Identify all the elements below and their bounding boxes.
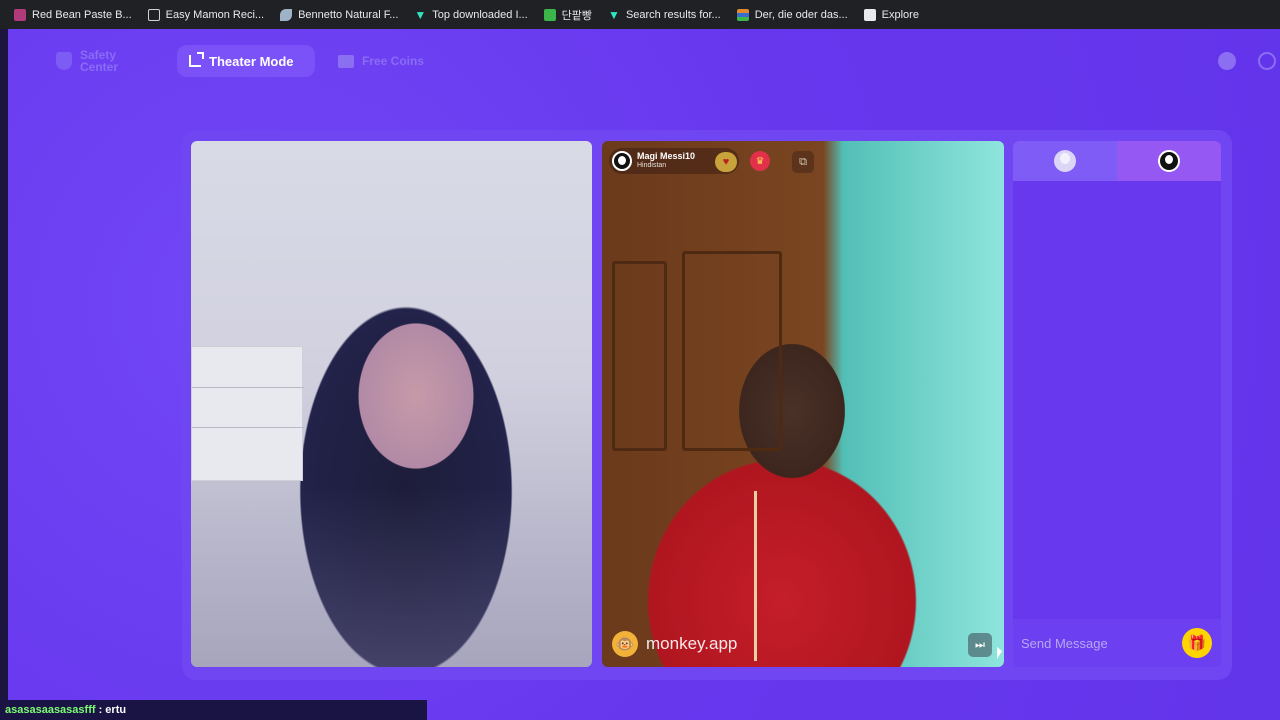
background-shelf <box>191 346 304 481</box>
explore-icon <box>863 8 876 21</box>
tab-peer[interactable] <box>1117 141 1221 181</box>
picture-in-picture-icon[interactable]: ⧉ <box>792 151 814 173</box>
door-panel <box>612 261 667 451</box>
monkey-logo-icon: 🐵 <box>612 631 638 657</box>
send-message-input[interactable] <box>1021 629 1171 657</box>
safety-center-label: Safety Center <box>80 48 119 74</box>
peer-name: Magi Messi10 <box>637 151 696 161</box>
peer-text: Magi Messi10 Hindistan <box>637 151 695 171</box>
watermark: 🐵 monkey.app <box>612 631 737 657</box>
bookmark-icon <box>14 8 26 21</box>
bookmark-korean[interactable]: 단팥빵 <box>543 7 593 23</box>
chat-messages <box>1013 181 1221 618</box>
bookmark-search-results[interactable]: ▼ Search results for... <box>608 9 721 21</box>
peer-avatar-icon <box>1158 150 1180 172</box>
expand-icon <box>189 52 204 67</box>
free-coins-label: Free Coins <box>362 54 425 68</box>
drawer <box>192 427 304 463</box>
bookmark-explore[interactable]: Explore <box>863 8 919 21</box>
peer-video: Magi Messi10 Hindistan ♥ ♛ ⧉ 🐵 monkey.ap… <box>602 141 1004 667</box>
peer-avatar-icon <box>612 151 632 171</box>
self-video <box>191 141 592 667</box>
bookmark-label: Explore <box>881 8 919 21</box>
gift-icon[interactable]: 🎁 <box>1182 628 1212 658</box>
bookmark-bennetto[interactable]: Bennetto Natural F... <box>280 8 399 21</box>
status-overlay: asasasaasasasfff : ertu <box>0 700 427 720</box>
tab-self[interactable] <box>1013 141 1117 181</box>
bookmark-label: Red Bean Paste B... <box>32 8 132 21</box>
window-edge <box>0 29 8 720</box>
theater-mode-button[interactable]: Theater Mode <box>177 45 315 77</box>
bookmarks-bar: Red Bean Paste B... Easy Mamon Reci... B… <box>0 0 1280 29</box>
vector-v-icon: ▼ <box>414 7 427 22</box>
status-username: asasasaasasasfff <box>5 704 96 716</box>
top-nav: Safety Center Theater Mode Free Coins <box>8 29 1280 99</box>
bookmark-label: Bennetto Natural F... <box>298 8 399 21</box>
profile-avatar-icon[interactable] <box>1218 52 1236 70</box>
drawer <box>192 387 304 423</box>
document-icon <box>147 8 160 21</box>
flag-icon <box>736 8 749 21</box>
bookmark-top-downloaded[interactable]: ▼ Top downloaded I... <box>414 9 527 21</box>
leaf-icon <box>280 8 293 21</box>
bookmark-red-bean[interactable]: Red Bean Paste B... <box>14 8 132 21</box>
video-stage: Magi Messi10 Hindistan ♥ ♛ ⧉ 🐵 monkey.ap… <box>182 130 1232 680</box>
bookmark-label: Top downloaded I... <box>432 8 528 21</box>
status-text: asasasaasasasfff : ertu <box>5 704 126 716</box>
bookmark-label: Easy Mamon Reci... <box>165 8 265 21</box>
reward-badge-icon[interactable]: ♛ <box>750 151 770 171</box>
door-panel <box>682 251 782 451</box>
history-clock-icon[interactable] <box>1258 52 1276 70</box>
bookmark-label: Der, die oder das... <box>754 8 848 21</box>
watermark-text: monkey.app <box>646 634 738 653</box>
bookmark-der-die-das[interactable]: Der, die oder das... <box>736 8 848 21</box>
bookmark-label: Search results for... <box>625 8 721 21</box>
heart-badge-icon[interactable]: ♥ <box>715 152 737 172</box>
shield-icon <box>56 52 72 70</box>
skip-next-icon[interactable]: ⏭ <box>968 633 992 657</box>
bookmark-easy-mamon[interactable]: Easy Mamon Reci... <box>147 8 265 21</box>
chat-input-row: 🎁 <box>1013 619 1221 667</box>
green-square-icon <box>543 8 556 21</box>
hoodie-zipper <box>754 491 757 661</box>
floor-shade <box>191 487 592 667</box>
mouse-cursor-icon <box>997 647 1002 659</box>
status-message: : ertu <box>95 704 127 716</box>
safety-center-button[interactable]: Safety Center <box>44 45 168 77</box>
theater-mode-label: Theater Mode <box>209 53 294 69</box>
chat-tabs <box>1013 141 1221 181</box>
app-area: Safety Center Theater Mode Free Coins Ma… <box>8 29 1280 720</box>
gift-box-icon <box>338 54 354 68</box>
free-coins-button[interactable]: Free Coins <box>326 45 436 77</box>
vector-v-icon: ▼ <box>608 7 620 22</box>
chat-panel: 🎁 <box>1013 141 1221 667</box>
self-avatar-icon <box>1054 150 1076 172</box>
bookmark-label: 단팥빵 <box>561 9 593 22</box>
peer-country: Hindistan <box>637 162 667 169</box>
